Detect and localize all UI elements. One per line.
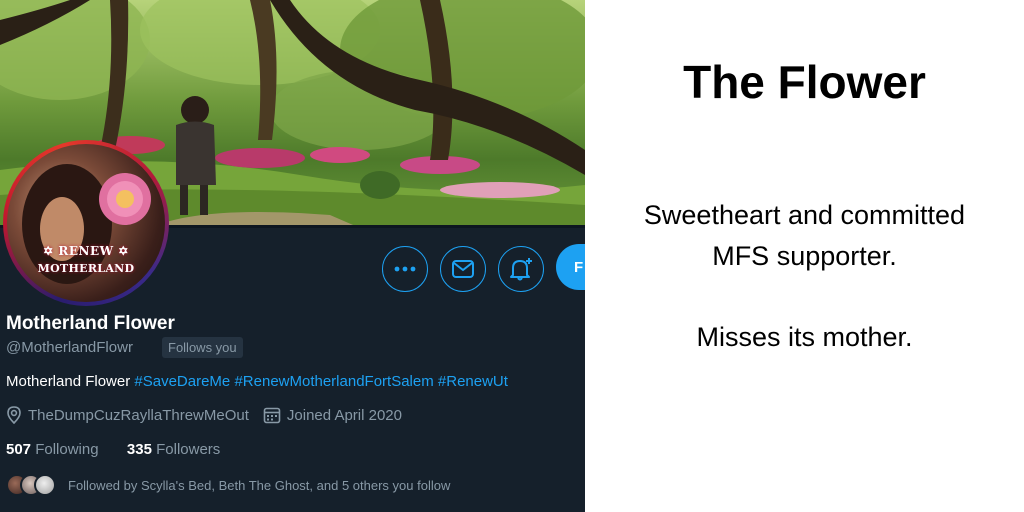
follow-button[interactable]: F	[556, 244, 585, 290]
caption-title: The Flower	[683, 56, 926, 108]
more-icon	[394, 266, 416, 272]
caption-line: Misses its mother.	[696, 322, 913, 352]
followers-count: 335	[126, 441, 152, 458]
avatar-text-motherland: MOTHERLAND	[37, 262, 135, 275]
followers-link[interactable]: 335 Followers	[127, 441, 220, 458]
followed-by-row[interactable]: Followed by Scylla's Bed, Beth The Ghost…	[6, 474, 450, 496]
following-label: Following	[35, 441, 99, 458]
notifications-button[interactable]	[498, 246, 544, 292]
avatar-text-renew: ✡ RENEW ✡	[43, 244, 129, 258]
message-button[interactable]	[440, 246, 486, 292]
followed-by-text: Followed by Scylla's Bed, Beth The Ghost…	[68, 477, 451, 493]
followers-label: Followers	[156, 441, 221, 458]
handle[interactable]: @MotherlandFlowr	[6, 339, 133, 356]
avatar-illustration	[22, 164, 151, 284]
message-icon	[452, 260, 474, 278]
profile-screenshot: ✡ RENEW ✡ MOTHERLAND F Motherland Flower…	[0, 0, 585, 512]
location-pin-icon	[7, 406, 21, 424]
display-name: Motherland Flower	[6, 313, 175, 334]
more-button[interactable]	[382, 246, 428, 292]
avatar[interactable]: ✡ RENEW ✡ MOTHERLAND	[3, 140, 169, 306]
caption-line: Sweetheart and committed	[643, 200, 966, 230]
follow-stats: 507 Following 335 Followers	[6, 441, 220, 458]
bio-text: Motherland Flower	[6, 373, 135, 390]
follower-avatar	[34, 474, 56, 496]
follows-you-badge: Follows you	[162, 337, 243, 358]
avatar-image: ✡ RENEW ✡ MOTHERLAND	[7, 144, 165, 302]
calendar-icon	[263, 407, 281, 424]
caption-line: MFS supporter.	[712, 241, 897, 271]
following-link[interactable]: 507 Following	[6, 441, 99, 458]
profile-meta: TheDumpCuzRayllaThrewMeOut Joined April …	[6, 406, 402, 424]
location-text: TheDumpCuzRayllaThrewMeOut	[28, 406, 249, 424]
hashtag-link[interactable]: #SaveDareMe	[134, 373, 230, 390]
caption-panel: The Flower Sweetheart and committed MFS …	[585, 0, 1024, 512]
notification-bell-icon	[510, 258, 532, 281]
hashtag-link[interactable]: #RenewUt	[438, 373, 508, 390]
hashtag-link[interactable]: #RenewMotherlandFortSalem	[234, 373, 433, 390]
following-count: 507	[6, 441, 32, 458]
joined-date: Joined April 2020	[286, 406, 402, 424]
bio: Motherland Flower #SaveDareMe #RenewMoth…	[6, 373, 508, 390]
